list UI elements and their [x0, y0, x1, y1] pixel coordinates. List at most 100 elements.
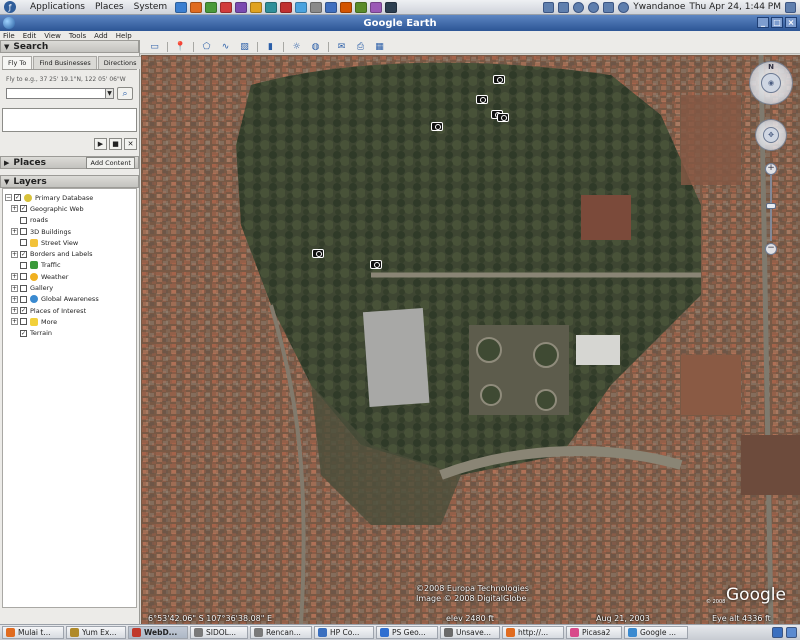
workspace-switcher-icon[interactable] [786, 627, 797, 638]
maximize-button[interactable]: □ [771, 17, 783, 28]
close-icon[interactable]: ✕ [124, 138, 137, 150]
launcher-icon[interactable] [235, 1, 248, 13]
taskbar-button[interactable]: Yum Ex... [66, 626, 126, 639]
image-overlay-icon[interactable]: ▨ [238, 41, 251, 52]
stop-icon[interactable]: ■ [109, 138, 122, 150]
look-joystick[interactable]: N ◉ [749, 61, 793, 105]
firefox-tray-icon[interactable] [573, 1, 585, 13]
launcher-icon[interactable] [355, 1, 368, 13]
photo-marker-icon[interactable] [493, 75, 505, 84]
layer-checkbox[interactable] [20, 295, 27, 303]
earth-view[interactable]: N ◉ ✥ + − ©2008 Europa Technologies Imag… [141, 55, 800, 624]
expand-toggle-icon[interactable]: + [11, 295, 18, 303]
layer-checkbox[interactable] [20, 273, 27, 281]
taskbar-button[interactable]: WebD... [128, 626, 188, 639]
collapse-arrow-icon[interactable]: ▼ [4, 178, 9, 186]
layer-item[interactable]: + Global Awareness [3, 294, 136, 305]
layer-item[interactable]: + Weather [3, 271, 136, 282]
fly-to-input[interactable] [6, 88, 106, 99]
layer-checkbox[interactable] [20, 216, 27, 224]
volume-icon[interactable] [588, 1, 600, 13]
print-icon[interactable]: ⎙ [354, 41, 367, 52]
planets-icon[interactable]: ◍ [309, 41, 322, 52]
taskbar-button[interactable]: Rencan... [250, 626, 312, 639]
tab-directions[interactable]: Directions [97, 56, 143, 69]
taskbar-button[interactable]: http://... [502, 626, 564, 639]
layer-item[interactable]: + Gallery [3, 282, 136, 293]
layer-item[interactable]: Traffic [3, 260, 136, 271]
launcher-icon[interactable] [280, 1, 293, 13]
layer-item[interactable]: + ✓ Borders and Labels [3, 248, 136, 259]
menu-file[interactable]: File [3, 32, 15, 40]
close-button[interactable]: × [785, 17, 797, 28]
menu-view[interactable]: View [44, 32, 61, 40]
menu-help[interactable]: Help [116, 32, 132, 40]
satellite-imagery[interactable] [141, 55, 800, 624]
menu-add[interactable]: Add [94, 32, 108, 40]
launcher-icon[interactable] [370, 1, 383, 13]
placemark-icon[interactable]: 📍 [174, 41, 187, 52]
expand-toggle-icon[interactable]: − [5, 194, 12, 202]
taskbar-button[interactable]: Mulai t... [2, 626, 64, 639]
magnifier-icon[interactable]: ⌕ [117, 87, 133, 100]
layer-checkbox[interactable]: ✓ [14, 194, 21, 202]
photo-marker-icon[interactable] [476, 95, 488, 104]
sun-icon[interactable]: ☼ [290, 41, 303, 52]
zoom-in-button[interactable]: + [765, 163, 777, 175]
network-icon[interactable] [543, 1, 555, 13]
expand-arrow-icon[interactable]: ▶ [4, 159, 9, 167]
layer-item[interactable]: + ✓ Geographic Web [3, 203, 136, 214]
layer-item[interactable]: roads [3, 215, 136, 226]
search-results[interactable] [2, 108, 137, 132]
taskbar-button[interactable]: HP Co... [314, 626, 374, 639]
layer-item[interactable]: + More [3, 316, 136, 327]
layer-checkbox[interactable]: ✓ [20, 205, 27, 213]
places-menu[interactable]: Places [95, 2, 124, 12]
taskbar-button[interactable]: PS Geo... [376, 626, 438, 639]
ruler-icon[interactable]: ▮ [264, 41, 277, 52]
menu-edit[interactable]: Edit [23, 32, 37, 40]
launcher-icon[interactable] [175, 1, 188, 13]
tab-fly-to[interactable]: Fly To [2, 56, 33, 69]
photo-marker-icon[interactable] [312, 249, 324, 258]
expand-toggle-icon[interactable]: + [11, 205, 18, 213]
path-icon[interactable]: ∿ [219, 41, 232, 52]
expand-toggle-icon[interactable]: + [11, 284, 18, 292]
layer-checkbox[interactable]: ✓ [20, 329, 27, 337]
expand-toggle-icon[interactable]: + [11, 228, 18, 236]
chevron-down-icon[interactable]: ▼ [106, 88, 114, 99]
expand-toggle-icon[interactable]: + [11, 273, 18, 281]
layer-item[interactable]: Street View [3, 237, 136, 248]
zoom-thumb[interactable] [766, 203, 776, 209]
search-header[interactable]: ▼ Search [0, 40, 139, 53]
add-content-button[interactable]: Add Content [86, 156, 135, 169]
north-indicator[interactable]: N [768, 63, 774, 71]
google-earth-icon[interactable] [3, 17, 15, 29]
maps-icon[interactable]: ▦ [373, 41, 386, 52]
launcher-icon[interactable] [325, 1, 338, 13]
launcher-icon[interactable] [310, 1, 323, 13]
taskbar-button[interactable]: Picasa2 [566, 626, 622, 639]
update-icon[interactable] [558, 1, 570, 13]
minimize-button[interactable]: _ [757, 17, 769, 28]
layer-item[interactable]: − ✓ Primary Database [3, 192, 136, 203]
sidebar-icon[interactable]: ▭ [148, 41, 161, 52]
user-name[interactable]: Ywandanoe [633, 2, 685, 12]
layer-checkbox[interactable]: ✓ [20, 307, 27, 315]
system-menu[interactable]: System [134, 2, 168, 12]
session-icon[interactable] [785, 1, 796, 13]
launcher-icon[interactable] [190, 1, 203, 13]
taskbar-button[interactable]: SIDOL... [190, 626, 248, 639]
layer-checkbox[interactable]: ✓ [20, 250, 27, 258]
collapse-arrow-icon[interactable]: ▼ [4, 43, 9, 51]
launcher-icon[interactable] [295, 1, 308, 13]
battery-icon[interactable] [603, 1, 615, 13]
play-icon[interactable]: ▶ [94, 138, 107, 150]
power-icon[interactable] [618, 1, 630, 13]
layer-item[interactable]: + ✓ Places of Interest [3, 305, 136, 316]
zoom-slider[interactable]: + − [765, 163, 777, 255]
launcher-icon[interactable] [265, 1, 278, 13]
move-joystick[interactable]: ✥ [755, 119, 787, 151]
launcher-icon[interactable] [220, 1, 233, 13]
layer-checkbox[interactable] [20, 318, 27, 326]
